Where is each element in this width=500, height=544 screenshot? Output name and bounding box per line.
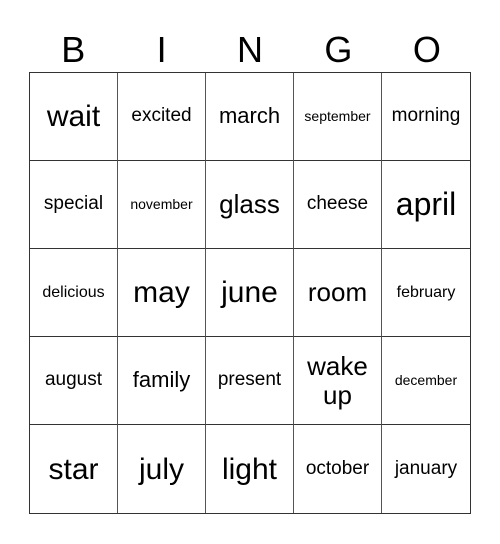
bingo-cell: room	[294, 249, 382, 337]
bingo-cell: july	[118, 425, 206, 513]
header-letter-o: O	[412, 29, 441, 70]
header-letter-n: N	[237, 29, 264, 70]
bingo-cell: special	[30, 161, 118, 249]
header-letter-b: B	[61, 29, 86, 70]
bingo-cell: january	[394, 457, 458, 479]
bingo-cell: family	[118, 337, 206, 425]
bingo-cell: february	[382, 249, 470, 337]
bingo-cell: september	[294, 73, 382, 161]
bingo-cell: wait	[30, 73, 118, 161]
bingo-cell: october	[294, 425, 382, 513]
bingo-cell: present	[206, 337, 294, 425]
bingo-cell: delicious	[30, 249, 118, 337]
bingo-cell: april	[382, 161, 470, 249]
bingo-cell: light	[206, 425, 294, 513]
bingo-grid: wait excited march september morning spe…	[29, 72, 471, 514]
header-letter-g: G	[324, 29, 353, 70]
bingo-cell: wake up	[294, 337, 382, 425]
header-letter-i: I	[156, 29, 167, 70]
bingo-header: B I N G O	[29, 28, 471, 72]
bingo-cell: june	[206, 249, 294, 337]
bingo-cell: march	[206, 73, 294, 161]
bingo-cell: excited	[118, 73, 206, 161]
bingo-cell: cheese	[294, 161, 382, 249]
bingo-cell: glass	[206, 161, 294, 249]
bingo-cell: may	[118, 249, 206, 337]
bingo-cell: august	[30, 337, 118, 425]
bingo-cell: star	[30, 425, 118, 513]
bingo-cell: morning	[382, 73, 470, 161]
bingo-cell: november	[118, 161, 206, 249]
bingo-cell: december	[382, 337, 470, 425]
